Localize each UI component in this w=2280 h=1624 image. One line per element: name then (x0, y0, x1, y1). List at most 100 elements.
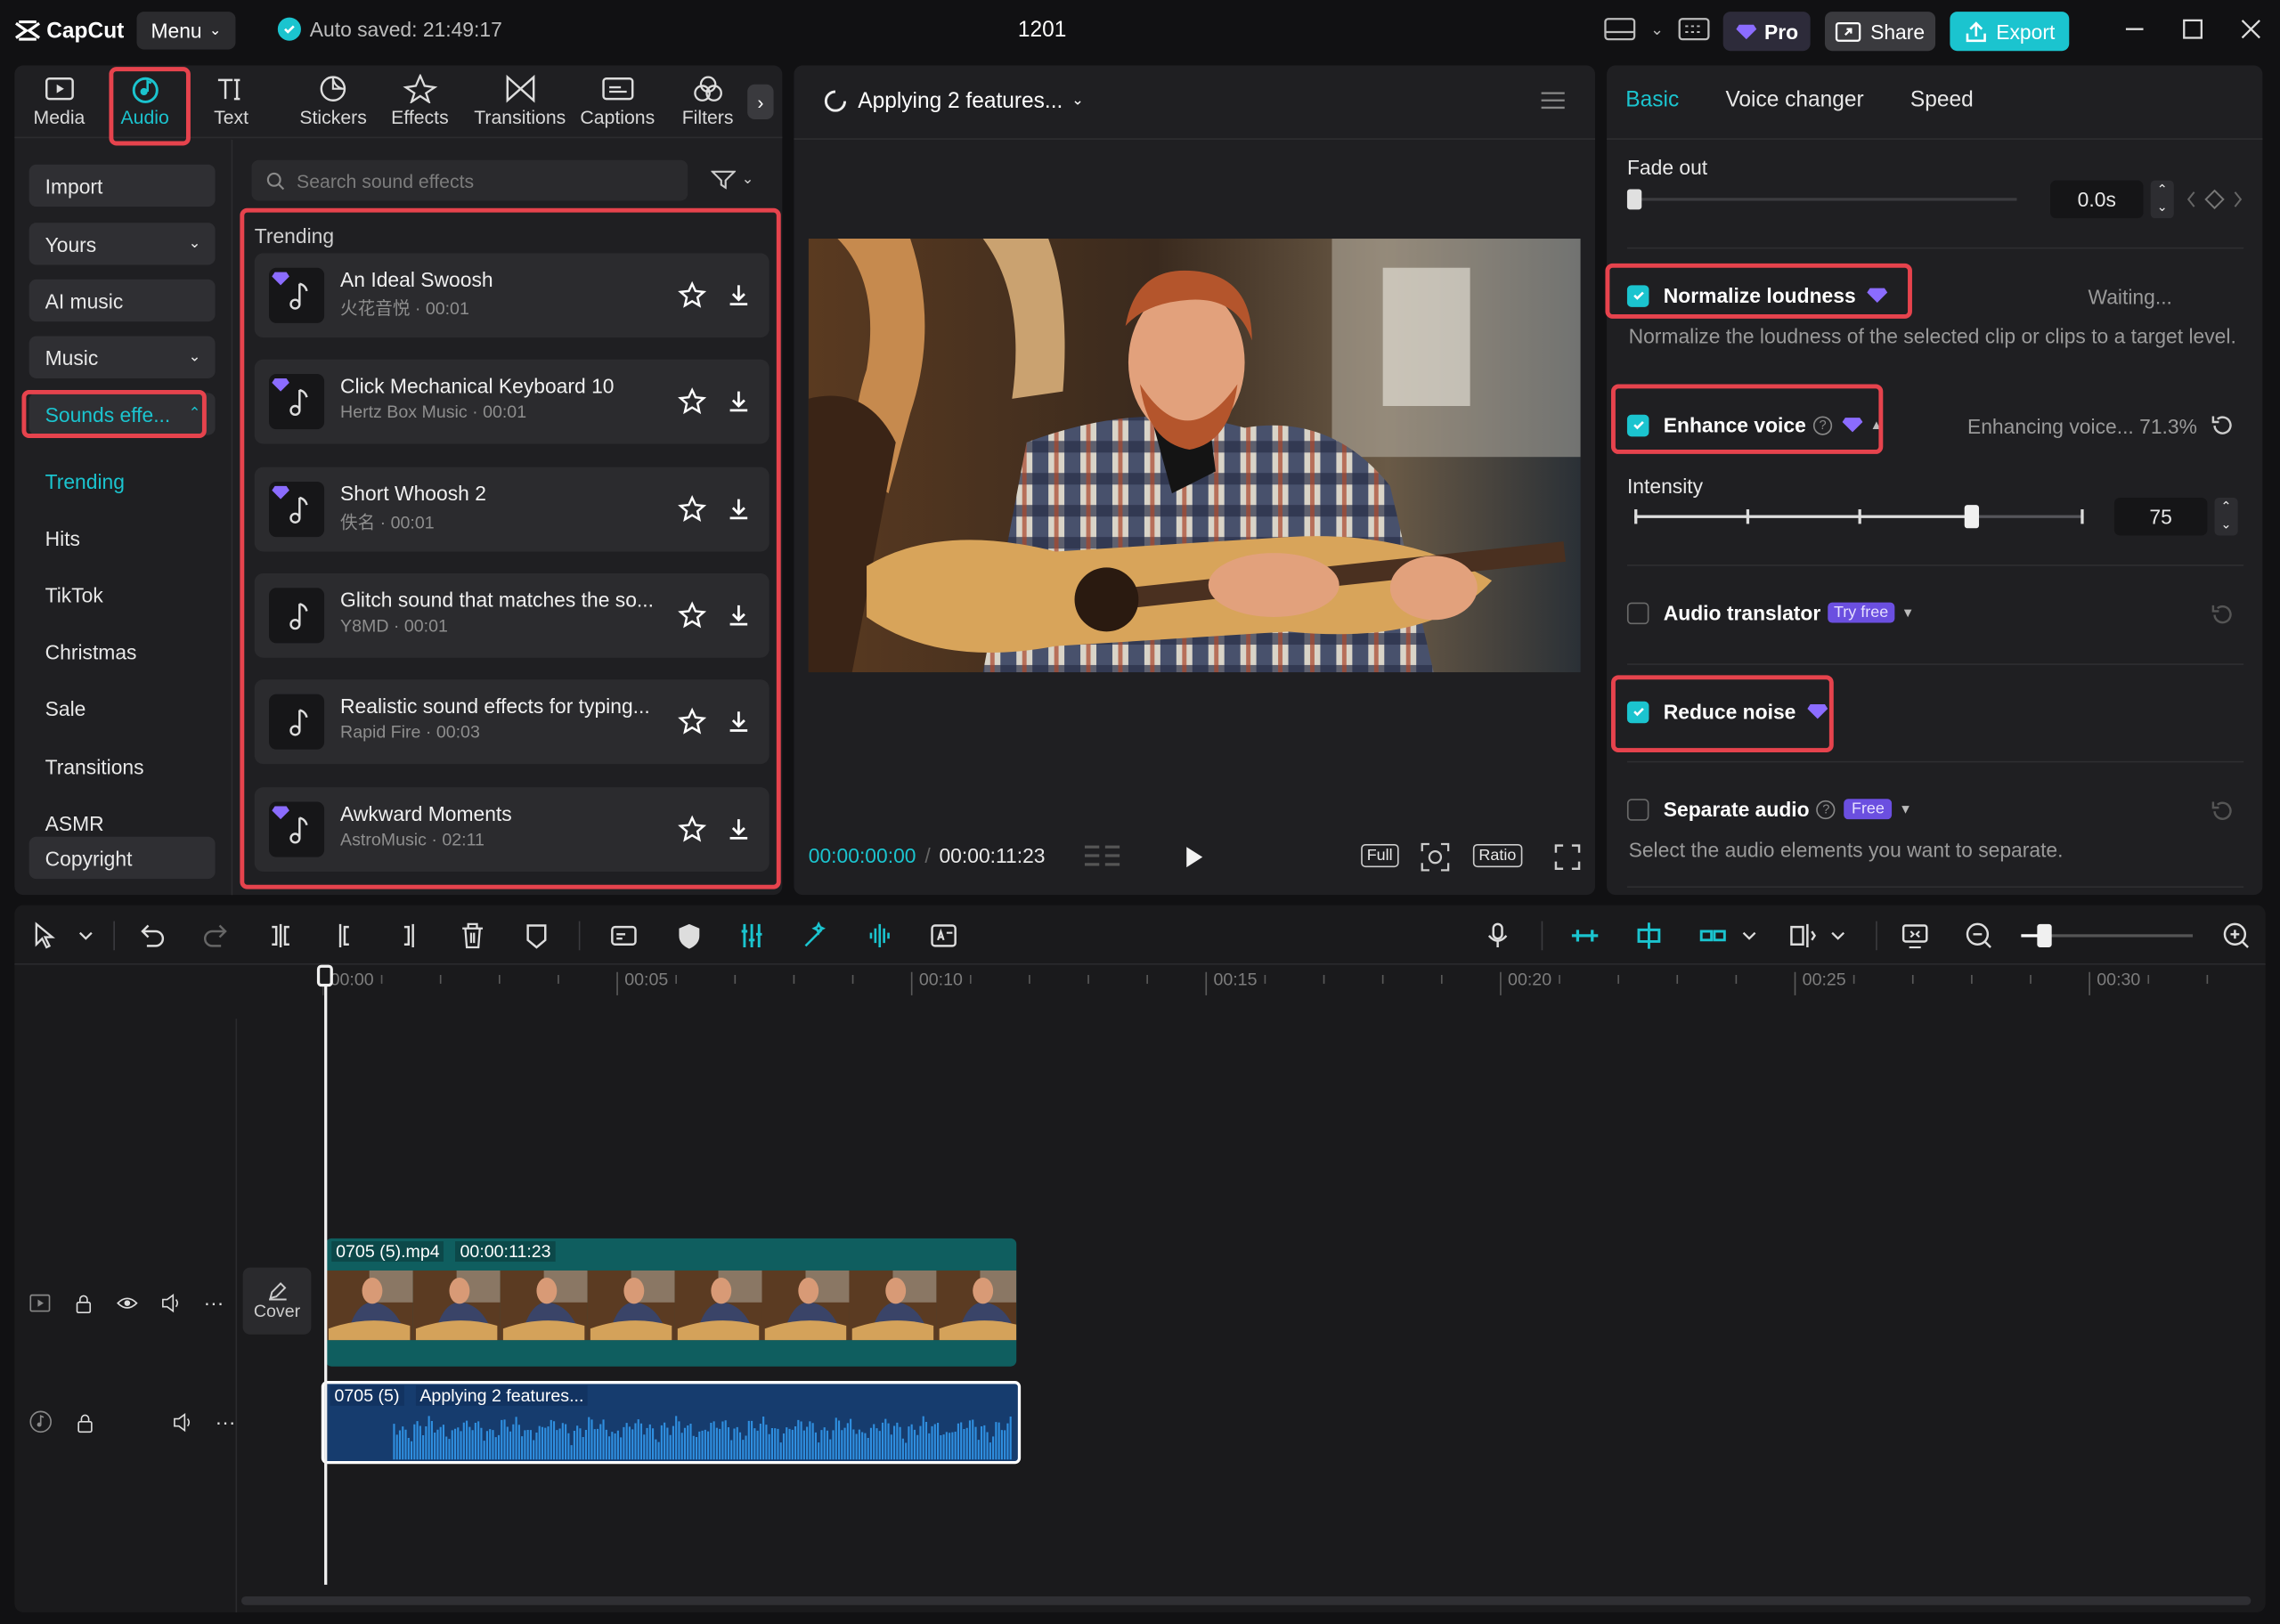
sidebar-sub-transitions[interactable]: Transitions (29, 745, 216, 787)
tab-voice-changer[interactable]: Voice changer (1725, 87, 1863, 112)
magic-wand-icon[interactable] (800, 920, 832, 952)
split-left-icon[interactable] (329, 920, 361, 952)
checkbox-unchecked-icon[interactable] (1626, 601, 1649, 624)
minimize-icon[interactable] (2123, 18, 2146, 41)
delete-icon[interactable] (457, 920, 489, 952)
cover-button[interactable]: Cover (242, 1267, 312, 1335)
ratio-button[interactable]: Ratio (1472, 843, 1522, 868)
tab-filters[interactable]: Filters (682, 74, 733, 128)
intensity-input[interactable]: 75 (2113, 497, 2208, 536)
chevron-down-icon[interactable]: ⌄ (1650, 20, 1664, 39)
zoom-preview-icon[interactable] (1419, 841, 1451, 873)
tab-speed[interactable]: Speed (1910, 87, 1974, 112)
reset-icon[interactable] (2211, 799, 2235, 824)
undo-icon[interactable] (135, 920, 167, 952)
fade-out-stepper[interactable]: ⌃ ⌄ (2150, 180, 2174, 219)
keyframe-icon[interactable] (2186, 189, 2243, 210)
expand-triangle-icon[interactable]: ▼ (1901, 605, 1915, 620)
marker-icon[interactable] (520, 920, 552, 952)
volume-icon[interactable] (160, 1292, 182, 1314)
fullscreen-icon[interactable] (1553, 842, 1583, 872)
chevron-right-icon[interactable]: › (747, 84, 774, 120)
intensity-stepper[interactable]: ⌃ ⌄ (2214, 497, 2238, 536)
reset-icon[interactable] (2211, 603, 2235, 628)
reset-icon[interactable] (2211, 413, 2235, 438)
tab-media[interactable]: Media (34, 74, 85, 128)
playhead-line[interactable] (324, 973, 327, 1585)
sidebar-yours[interactable]: Yours ⌄ (28, 223, 216, 265)
tab-stickers[interactable]: Stickers (299, 74, 367, 128)
chevron-down-icon[interactable] (69, 920, 102, 952)
translate-icon[interactable] (928, 920, 960, 952)
expand-triangle-icon[interactable]: ▼ (1899, 802, 1912, 816)
tab-text[interactable]: Text (214, 74, 248, 128)
main-track-link-icon[interactable] (1569, 920, 1601, 952)
zoom-in-icon[interactable] (2222, 922, 2252, 951)
shortcut-keyboard-icon[interactable] (1678, 16, 1710, 42)
video-clip[interactable]: 0705 (5).mp4 00:00:11:23 (325, 1238, 1017, 1367)
close-icon[interactable] (2239, 18, 2262, 41)
filter-button[interactable]: ⌄ (711, 170, 754, 190)
share-button[interactable]: Share (1824, 12, 1936, 52)
tab-effects[interactable]: Effects (391, 74, 449, 128)
sidebar-sub-tiktok[interactable]: TikTok (29, 573, 216, 615)
intensity-slider[interactable] (1634, 505, 2084, 529)
tab-transitions[interactable]: Transitions (474, 74, 566, 128)
search-input[interactable]: Search sound effects (251, 159, 688, 201)
preview-axis-icon[interactable] (1787, 920, 1820, 952)
timeline-scrollbar[interactable] (241, 1596, 2252, 1605)
help-icon[interactable]: ? (1816, 800, 1836, 819)
tab-basic[interactable]: Basic (1625, 87, 1679, 112)
sidebar-import[interactable]: Import (28, 164, 216, 207)
ai-shield-icon[interactable] (673, 920, 705, 952)
audio-translator-toggle[interactable]: Audio translator Try free ▼ (1626, 601, 1915, 624)
auto-captions-icon[interactable] (607, 920, 639, 952)
fit-timeline-icon[interactable] (1899, 920, 1931, 952)
sidebar-copyright[interactable]: Copyright (28, 836, 216, 880)
playhead-handle[interactable] (316, 964, 333, 987)
full-quality-button[interactable]: Full (1361, 843, 1399, 868)
play-icon[interactable] (1182, 844, 1205, 870)
chevron-down-icon: ⌄ (741, 171, 754, 188)
audio-clip[interactable]: 0705 (5) Applying 2 features... (321, 1381, 1022, 1465)
export-button[interactable]: Export (1950, 12, 2070, 52)
pro-button[interactable]: Pro (1722, 12, 1811, 52)
layout-icon[interactable] (1604, 16, 1636, 42)
volume-icon[interactable] (172, 1411, 193, 1433)
checkbox-unchecked-icon[interactable] (1626, 798, 1649, 820)
sidebar-sub-christmas[interactable]: Christmas (29, 630, 216, 672)
select-cursor-icon[interactable] (29, 920, 61, 952)
microphone-icon[interactable] (1482, 920, 1514, 952)
eye-icon[interactable] (117, 1292, 138, 1314)
more-options-icon[interactable]: ··· (204, 1291, 224, 1314)
redo-icon[interactable] (200, 920, 232, 952)
more-options-icon[interactable]: ··· (216, 1410, 236, 1433)
zoom-out-icon[interactable] (1965, 922, 1994, 951)
hamburger-menu-icon[interactable] (1540, 90, 1566, 110)
linkage-icon[interactable] (1697, 920, 1729, 952)
fade-out-slider-track[interactable] (1634, 198, 2017, 201)
maximize-icon[interactable] (2181, 18, 2204, 41)
menu-button[interactable]: Menu ⌄ (136, 12, 236, 50)
separate-audio-toggle[interactable]: Separate audio ? Free ▼ (1626, 798, 1912, 821)
chevron-down-icon[interactable] (1822, 920, 1854, 952)
sidebar-sub-sale[interactable]: Sale (29, 686, 216, 728)
lock-icon[interactable] (73, 1292, 94, 1314)
waveform-grid-icon[interactable] (1082, 842, 1123, 868)
snap-icon[interactable] (1633, 920, 1665, 952)
sidebar-ai-music[interactable]: AI music (28, 279, 216, 322)
sidebar-sub-trending[interactable]: Trending (29, 459, 216, 501)
sidebar-sub-hits[interactable]: Hits (29, 516, 216, 558)
lock-icon[interactable] (74, 1411, 95, 1433)
fade-out-slider-handle[interactable] (1626, 189, 1642, 210)
audio-mixer-icon[interactable] (736, 920, 768, 952)
fade-out-input[interactable]: 0.0s (2050, 180, 2144, 219)
slider-handle[interactable] (1964, 505, 1979, 529)
chevron-down-icon[interactable] (1733, 920, 1765, 952)
waveform-split-icon[interactable] (864, 920, 896, 952)
split-icon[interactable] (265, 920, 297, 952)
sidebar-music[interactable]: Music ⌄ (28, 336, 216, 378)
tab-captions[interactable]: Captions (580, 74, 655, 128)
split-right-icon[interactable] (393, 920, 425, 952)
zoom-slider-handle[interactable] (2037, 923, 2052, 948)
